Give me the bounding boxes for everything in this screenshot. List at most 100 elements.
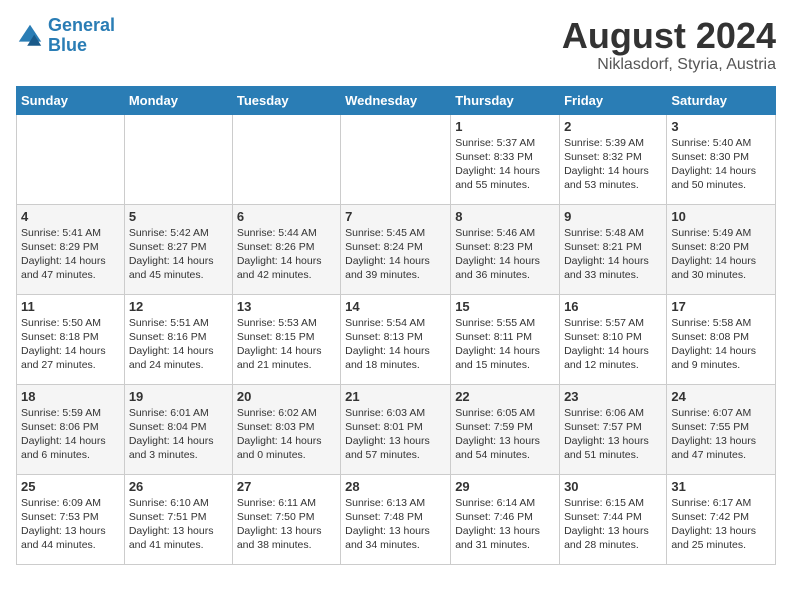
day-number: 31	[671, 479, 771, 494]
day-number: 25	[21, 479, 120, 494]
day-number: 3	[671, 119, 771, 134]
day-cell: 10 Sunrise: 5:49 AMSunset: 8:20 PMDayligh…	[667, 204, 776, 294]
day-info: Sunrise: 6:05 AMSunset: 7:59 PMDaylight:…	[455, 406, 555, 463]
logo-line2: Blue	[48, 35, 87, 55]
day-info: Sunrise: 6:13 AMSunset: 7:48 PMDaylight:…	[345, 496, 446, 553]
day-info: Sunrise: 6:09 AMSunset: 7:53 PMDaylight:…	[21, 496, 120, 553]
day-cell: 24 Sunrise: 6:07 AMSunset: 7:55 PMDayligh…	[667, 384, 776, 474]
day-info: Sunrise: 6:01 AMSunset: 8:04 PMDaylight:…	[129, 406, 228, 463]
day-cell: 15 Sunrise: 5:55 AMSunset: 8:11 PMDayligh…	[451, 294, 560, 384]
day-header-sunday: Sunday	[17, 86, 125, 114]
day-header-wednesday: Wednesday	[341, 86, 451, 114]
day-cell	[232, 114, 340, 204]
day-info: Sunrise: 5:42 AMSunset: 8:27 PMDaylight:…	[129, 226, 228, 283]
day-cell: 14 Sunrise: 5:54 AMSunset: 8:13 PMDayligh…	[341, 294, 451, 384]
day-cell: 16 Sunrise: 5:57 AMSunset: 8:10 PMDayligh…	[560, 294, 667, 384]
title-block: August 2024 Niklasdorf, Styria, Austria	[562, 16, 776, 74]
day-info: Sunrise: 6:02 AMSunset: 8:03 PMDaylight:…	[237, 406, 336, 463]
day-cell: 9 Sunrise: 5:48 AMSunset: 8:21 PMDaylight…	[560, 204, 667, 294]
day-number: 4	[21, 209, 120, 224]
day-number: 8	[455, 209, 555, 224]
day-info: Sunrise: 5:40 AMSunset: 8:30 PMDaylight:…	[671, 136, 771, 193]
day-header-tuesday: Tuesday	[232, 86, 340, 114]
day-number: 24	[671, 389, 771, 404]
day-cell: 27 Sunrise: 6:11 AMSunset: 7:50 PMDayligh…	[232, 474, 340, 564]
day-number: 13	[237, 299, 336, 314]
day-info: Sunrise: 5:41 AMSunset: 8:29 PMDaylight:…	[21, 226, 120, 283]
day-cell: 7 Sunrise: 5:45 AMSunset: 8:24 PMDaylight…	[341, 204, 451, 294]
day-cell: 25 Sunrise: 6:09 AMSunset: 7:53 PMDayligh…	[17, 474, 125, 564]
day-cell	[17, 114, 125, 204]
logo-icon	[16, 22, 44, 50]
day-info: Sunrise: 5:49 AMSunset: 8:20 PMDaylight:…	[671, 226, 771, 283]
day-cell: 19 Sunrise: 6:01 AMSunset: 8:04 PMDayligh…	[124, 384, 232, 474]
day-number: 22	[455, 389, 555, 404]
day-header-saturday: Saturday	[667, 86, 776, 114]
day-number: 19	[129, 389, 228, 404]
day-header-thursday: Thursday	[451, 86, 560, 114]
day-number: 30	[564, 479, 662, 494]
day-info: Sunrise: 5:46 AMSunset: 8:23 PMDaylight:…	[455, 226, 555, 283]
logo: General Blue	[16, 16, 115, 56]
day-number: 21	[345, 389, 446, 404]
day-number: 7	[345, 209, 446, 224]
day-number: 23	[564, 389, 662, 404]
day-info: Sunrise: 5:37 AMSunset: 8:33 PMDaylight:…	[455, 136, 555, 193]
day-info: Sunrise: 5:57 AMSunset: 8:10 PMDaylight:…	[564, 316, 662, 373]
week-row-4: 18 Sunrise: 5:59 AMSunset: 8:06 PMDayligh…	[17, 384, 776, 474]
day-header-monday: Monday	[124, 86, 232, 114]
day-info: Sunrise: 6:11 AMSunset: 7:50 PMDaylight:…	[237, 496, 336, 553]
day-number: 17	[671, 299, 771, 314]
day-number: 2	[564, 119, 662, 134]
day-header-row: SundayMondayTuesdayWednesdayThursdayFrid…	[17, 86, 776, 114]
day-header-friday: Friday	[560, 86, 667, 114]
week-row-1: 1 Sunrise: 5:37 AMSunset: 8:33 PMDaylight…	[17, 114, 776, 204]
day-info: Sunrise: 5:50 AMSunset: 8:18 PMDaylight:…	[21, 316, 120, 373]
day-info: Sunrise: 6:15 AMSunset: 7:44 PMDaylight:…	[564, 496, 662, 553]
day-cell	[341, 114, 451, 204]
day-cell: 4 Sunrise: 5:41 AMSunset: 8:29 PMDaylight…	[17, 204, 125, 294]
day-info: Sunrise: 5:51 AMSunset: 8:16 PMDaylight:…	[129, 316, 228, 373]
day-number: 9	[564, 209, 662, 224]
day-cell	[124, 114, 232, 204]
day-cell: 18 Sunrise: 5:59 AMSunset: 8:06 PMDayligh…	[17, 384, 125, 474]
day-info: Sunrise: 5:39 AMSunset: 8:32 PMDaylight:…	[564, 136, 662, 193]
logo-text: General Blue	[48, 16, 115, 56]
day-cell: 22 Sunrise: 6:05 AMSunset: 7:59 PMDayligh…	[451, 384, 560, 474]
day-number: 18	[21, 389, 120, 404]
day-cell: 21 Sunrise: 6:03 AMSunset: 8:01 PMDayligh…	[341, 384, 451, 474]
day-number: 29	[455, 479, 555, 494]
day-info: Sunrise: 5:55 AMSunset: 8:11 PMDaylight:…	[455, 316, 555, 373]
day-number: 15	[455, 299, 555, 314]
day-cell: 17Sunrise: 5:58 AMSunset: 8:08 PMDayligh…	[667, 294, 776, 384]
day-cell: 1 Sunrise: 5:37 AMSunset: 8:33 PMDaylight…	[451, 114, 560, 204]
day-cell: 2 Sunrise: 5:39 AMSunset: 8:32 PMDaylight…	[560, 114, 667, 204]
day-number: 1	[455, 119, 555, 134]
day-cell: 30 Sunrise: 6:15 AMSunset: 7:44 PMDayligh…	[560, 474, 667, 564]
day-number: 27	[237, 479, 336, 494]
day-cell: 3 Sunrise: 5:40 AMSunset: 8:30 PMDaylight…	[667, 114, 776, 204]
day-cell: 23Sunrise: 6:06 AMSunset: 7:57 PMDayligh…	[560, 384, 667, 474]
day-number: 14	[345, 299, 446, 314]
day-info: Sunrise: 6:03 AMSunset: 8:01 PMDaylight:…	[345, 406, 446, 463]
week-row-2: 4 Sunrise: 5:41 AMSunset: 8:29 PMDaylight…	[17, 204, 776, 294]
day-cell: 31Sunrise: 6:17 AMSunset: 7:42 PMDayligh…	[667, 474, 776, 564]
day-cell: 20 Sunrise: 6:02 AMSunset: 8:03 PMDayligh…	[232, 384, 340, 474]
logo-line1: General	[48, 15, 115, 35]
location: Niklasdorf, Styria, Austria	[562, 56, 776, 74]
day-info: Sunrise: 5:59 AMSunset: 8:06 PMDaylight:…	[21, 406, 120, 463]
day-number: 10	[671, 209, 771, 224]
month-year: August 2024	[562, 16, 776, 56]
page-header: General Blue August 2024 Niklasdorf, Sty…	[16, 16, 776, 74]
day-cell: 28Sunrise: 6:13 AMSunset: 7:48 PMDayligh…	[341, 474, 451, 564]
day-info: Sunrise: 5:54 AMSunset: 8:13 PMDaylight:…	[345, 316, 446, 373]
day-info: Sunrise: 5:48 AMSunset: 8:21 PMDaylight:…	[564, 226, 662, 283]
day-number: 16	[564, 299, 662, 314]
day-info: Sunrise: 6:07 AMSunset: 7:55 PMDaylight:…	[671, 406, 771, 463]
day-number: 20	[237, 389, 336, 404]
day-number: 11	[21, 299, 120, 314]
day-cell: 29Sunrise: 6:14 AMSunset: 7:46 PMDayligh…	[451, 474, 560, 564]
day-info: Sunrise: 5:45 AMSunset: 8:24 PMDaylight:…	[345, 226, 446, 283]
day-number: 5	[129, 209, 228, 224]
day-cell: 8 Sunrise: 5:46 AMSunset: 8:23 PMDaylight…	[451, 204, 560, 294]
